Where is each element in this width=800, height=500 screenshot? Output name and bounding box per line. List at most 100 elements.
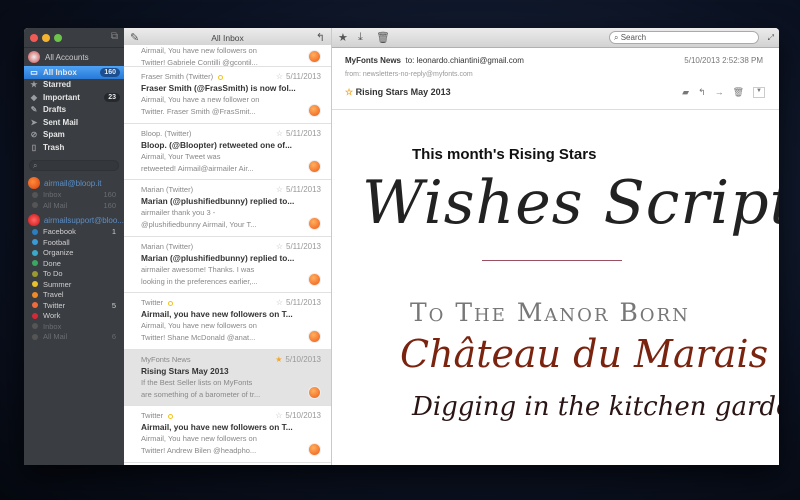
unread-indicator-icon[interactable] — [218, 74, 224, 80]
message-subject: Bloop. (@Bloopter) retweeted one of... — [141, 139, 292, 150]
sender-avatar — [308, 160, 321, 173]
account-airmail[interactable]: airmail@bloop.it — [24, 177, 124, 190]
message-subject: Airmail, you have new followers on T... — [141, 422, 293, 432]
sidebar-item-label: Trash — [43, 142, 65, 152]
message-item[interactable]: Twitter ☆ 5/11/2013 Airmail, you have new f… — [124, 293, 331, 350]
sidebar-search-input[interactable]: ⌕ — [29, 159, 119, 171]
reply-icon[interactable]: ↰ — [698, 87, 706, 98]
sidebar-item-trash[interactable]: ▯ Trash — [24, 141, 124, 154]
star-icon[interactable]: ★ — [338, 31, 348, 44]
forward-icon[interactable]: → — [715, 87, 724, 98]
font-sample-chateau: Château du Marais — [400, 332, 769, 376]
trash-icon[interactable]: 🗑 — [733, 87, 744, 98]
zoom-button[interactable] — [54, 34, 62, 42]
sidebar-item-label: Spam — [43, 130, 65, 140]
folder-dot-icon — [32, 333, 38, 340]
star-icon[interactable]: ☆ — [276, 298, 283, 307]
recipient: to: leonardo.chiantini@gmail.com — [405, 56, 524, 65]
star-icon[interactable]: ☆ — [276, 185, 283, 194]
inbox-icon: ▭ — [30, 67, 38, 77]
message-preview: Airmail, Your Tweet was — [141, 151, 221, 161]
label-item[interactable]: Work — [24, 311, 124, 322]
fullscreen-icon[interactable]: ⤢ — [768, 33, 774, 43]
sidebar-item-important[interactable]: ◆ Important 23 — [24, 91, 124, 104]
sidebar-item-label: All Inbox — [43, 67, 77, 77]
label-item[interactable]: Facebook 1 — [24, 227, 124, 238]
message-item[interactable]: Fraser Smith (Twitter) ☆ 5/11/2013 Fraser S… — [124, 67, 331, 124]
star-icon[interactable]: ★ — [275, 355, 282, 364]
message-preview: Twitter! Andrew Bilen @headpho... — [141, 446, 257, 455]
message-subject: Marian (@plushifiedbunny) replied to... — [141, 252, 295, 263]
download-icon[interactable]: ⤓ — [358, 31, 363, 44]
sidebar-item-drafts[interactable]: ✎ Drafts — [24, 104, 124, 117]
folder-dot-icon — [32, 191, 38, 198]
label-count: 1 — [111, 227, 116, 237]
message-date: 5/11/2013 — [286, 72, 321, 81]
folder-label: All Mail — [43, 200, 68, 210]
account-airmailsupport[interactable]: airmailsupport@bloo... — [24, 214, 124, 227]
folder-item[interactable]: All Mail 160 — [24, 200, 124, 211]
sidebar-item-sent-mail[interactable]: ➤ Sent Mail — [24, 116, 124, 129]
star-icon: ★ — [30, 80, 38, 90]
star-icon[interactable]: ☆ — [276, 72, 283, 81]
minimize-button[interactable] — [42, 34, 50, 42]
message-item-partial[interactable]: Airmail, You have new followers on Twitt… — [124, 45, 331, 67]
spam-icon: ⊘ — [30, 130, 38, 140]
pencil-icon: ✎ — [30, 105, 38, 115]
message-item[interactable]: Marian (Twitter) ☆ 5/11/2013 Marian (@plush… — [124, 236, 331, 293]
message-item[interactable]: Marian (Twitter) ☆ 5/11/2013 Marian (@plush… — [124, 180, 331, 237]
label-name: To Do — [43, 269, 63, 279]
message-date: 5/10/2013 — [285, 411, 321, 420]
all-accounts[interactable]: All Accounts — [24, 48, 124, 66]
label-item[interactable]: Twitter 5 — [24, 300, 124, 311]
star-icon[interactable]: ☆ — [275, 411, 282, 420]
reader-pane: ★ ⤓ 🗑 ⌕ Search ⤢ MyFonts News to: leonar… — [332, 28, 779, 465]
message-item[interactable]: MyFonts News ★ 5/10/2013 Rising Stars May 2… — [124, 349, 331, 406]
sender-name[interactable]: MyFonts News — [345, 56, 401, 65]
more-dropdown[interactable]: ▼ — [753, 87, 765, 98]
label-item[interactable]: Done — [24, 258, 124, 269]
message-sender: Marian (Twitter) — [141, 185, 194, 194]
sender-avatar — [308, 50, 321, 63]
message-date: 5/11/2013 — [286, 185, 321, 194]
unread-badge: 23 — [104, 92, 120, 102]
message-sender: MyFonts News — [141, 354, 191, 364]
message-preview: retweeted! Airmail@airmailer Air... — [141, 163, 254, 173]
reply-icon[interactable]: ↰ — [316, 31, 325, 44]
search-input[interactable]: ⌕ Search — [609, 31, 759, 44]
message-item[interactable]: Twitter ☆ 5/10/2013 Airmail, you have new f… — [124, 406, 331, 463]
unread-indicator-icon[interactable] — [168, 300, 174, 306]
starred-icon[interactable]: ☆ — [345, 87, 353, 97]
message-preview: If the Best Seller lists on MyFonts — [141, 377, 253, 387]
unread-indicator-icon[interactable] — [168, 413, 174, 419]
list-title: All Inbox — [211, 33, 244, 43]
comment-icon[interactable]: ▰ — [682, 87, 689, 98]
folder-item[interactable]: Inbox 160 — [24, 190, 124, 201]
star-icon[interactable]: ☆ — [276, 129, 283, 138]
close-button[interactable] — [30, 34, 38, 42]
label-item[interactable]: To Do — [24, 269, 124, 280]
label-item[interactable]: Summer — [24, 279, 124, 290]
folder-item[interactable]: All Mail 6 — [24, 332, 124, 343]
message-item[interactable]: Bloop. (Twitter) ☆ 5/11/2013 Bloop. (@Bloop… — [124, 123, 331, 180]
sidebar-item-spam[interactable]: ⊘ Spam — [24, 129, 124, 142]
trash-icon[interactable]: 🗑 — [376, 31, 390, 44]
sidebar-item-all-inbox[interactable]: ▭ All Inbox 160 — [24, 66, 124, 79]
message-date: 5/11/2013 — [286, 128, 321, 138]
message-date: 5/10/2013 — [285, 354, 321, 364]
message-date: 5/11/2013 — [286, 241, 321, 251]
account-avatar — [28, 177, 40, 189]
message-preview: airmailer awesome! Thanks. I was — [141, 264, 255, 274]
sidebar-item-starred[interactable]: ★ Starred — [24, 79, 124, 92]
message-sender: Twitter — [141, 298, 164, 307]
label-item[interactable]: Organize — [24, 248, 124, 259]
account-email: airmail@bloop.it — [44, 178, 102, 188]
folder-item[interactable]: Inbox — [24, 321, 124, 332]
label-item[interactable]: Travel — [24, 290, 124, 301]
label-item[interactable]: Football — [24, 237, 124, 248]
collapse-icon[interactable]: ⧉ — [111, 31, 118, 42]
label-color-icon — [32, 260, 38, 267]
star-icon[interactable]: ☆ — [276, 242, 283, 251]
message-subject: Marian (@plushifiedbunny) replied to... — [141, 196, 295, 206]
label-color-icon — [32, 249, 38, 256]
